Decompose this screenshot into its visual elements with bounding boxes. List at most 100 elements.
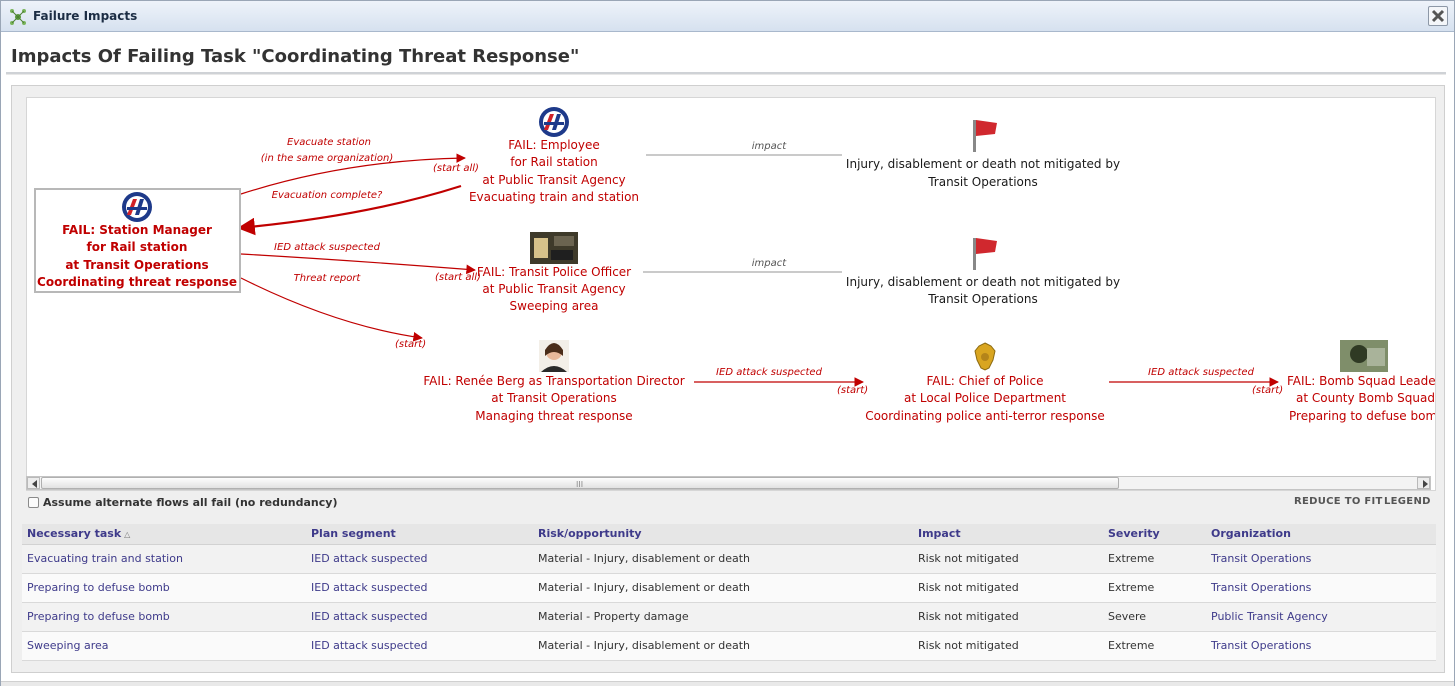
impact-1-line-1: Injury, disablement or death not mitigat… <box>846 157 1120 171</box>
edge-label-evacuation-complete: Evacuation complete? <box>272 190 383 201</box>
table-header-row: Necessary task △ Plan segment Risk/opport… <box>22 524 1436 545</box>
reduce-to-fit-button[interactable]: REDUCE TO FIT <box>1294 496 1383 507</box>
close-icon <box>1431 9 1445 23</box>
root-line-2: for Rail station <box>87 240 188 254</box>
column-header-necessary-task[interactable]: Necessary task △ <box>22 524 306 545</box>
chief-line-1: FAIL: Chief of Police <box>926 374 1043 388</box>
cell-segment[interactable]: IED attack suspected <box>306 631 533 661</box>
employee-line-4: Evacuating train and station <box>469 190 639 204</box>
node-employee[interactable]: FAIL: Employee for Rail station at Publi… <box>469 107 639 204</box>
cell-task[interactable]: Sweeping area <box>22 631 306 661</box>
cell-impact: Risk not mitigated <box>913 602 1103 632</box>
node-transportation-director[interactable]: FAIL: Renée Berg as Transportation Direc… <box>423 340 685 423</box>
impact-node-2[interactable]: Injury, disablement or death not mitigat… <box>846 238 1120 306</box>
edge-label-start-3: (start) <box>1252 385 1283 396</box>
cell-task[interactable]: Preparing to defuse bomb <box>22 573 306 603</box>
assume-fail-label: Assume alternate flows all fail (no redu… <box>43 496 338 509</box>
cell-severity: Extreme <box>1103 573 1206 603</box>
table-row[interactable]: Preparing to defuse bomb IED attack susp… <box>22 602 1436 632</box>
bomb-squad-photo-icon <box>1340 340 1388 372</box>
window-titlebar: Failure Impacts <box>1 1 1454 32</box>
sort-ascending-icon: △ <box>124 530 131 540</box>
cell-risk: Material - Injury, disablement or death <box>533 573 913 603</box>
root-line-4: Coordinating threat response <box>37 275 237 289</box>
page-title: Impacts Of Failing Task "Coordinating Th… <box>11 46 580 67</box>
close-button[interactable] <box>1428 6 1448 26</box>
impact-label-1: impact <box>752 141 787 152</box>
table-row[interactable]: Preparing to defuse bomb IED attack susp… <box>22 573 1436 603</box>
edge-label-evacuate: Evacuate station <box>287 137 371 148</box>
red-flag-icon <box>973 120 997 152</box>
cell-task[interactable]: Preparing to defuse bomb <box>22 602 306 632</box>
impact-2-line-2: Transit Operations <box>927 292 1038 306</box>
column-header-risk[interactable]: Risk/opportunity <box>533 524 913 545</box>
table-row[interactable]: Sweeping area IED attack suspected Mater… <box>22 631 1436 661</box>
director-line-1: FAIL: Renée Berg as Transportation Direc… <box>423 374 684 388</box>
column-header-organization[interactable]: Organization <box>1206 524 1436 545</box>
assume-fail-option[interactable]: Assume alternate flows all fail (no redu… <box>28 496 337 509</box>
column-header-impact[interactable]: Impact <box>913 524 1103 545</box>
impacts-table: Necessary task △ Plan segment Risk/opport… <box>22 524 1436 661</box>
edge-threat-report[interactable] <box>240 277 423 342</box>
edge-label-same-org: (in the same organization) <box>261 153 393 164</box>
arrow-right-icon <box>1423 480 1428 488</box>
bomb-squad-line-1: FAIL: Bomb Squad Leade <box>1287 374 1436 388</box>
cell-task[interactable]: Evacuating train and station <box>22 544 306 574</box>
cell-severity: Extreme <box>1103 544 1206 574</box>
edge-ied-officer[interactable] <box>240 253 476 275</box>
window-title: Failure Impacts <box>33 9 138 23</box>
edge-label-start-all-2: (start all) <box>435 272 481 283</box>
impact-2-line-1: Injury, disablement or death not mitigat… <box>846 275 1120 289</box>
scroll-right-button[interactable] <box>1417 477 1430 489</box>
employee-line-1: FAIL: Employee <box>508 138 600 152</box>
officer-line-1: FAIL: Transit Police Officer <box>477 265 631 279</box>
cell-organization[interactable]: Transit Operations <box>1206 573 1436 603</box>
assume-fail-checkbox[interactable] <box>28 497 39 508</box>
scroll-left-button[interactable] <box>27 477 40 489</box>
cell-impact: Risk not mitigated <box>913 631 1103 661</box>
scroll-thumb[interactable]: III <box>41 477 1119 489</box>
officer-line-2: at Public Transit Agency <box>482 282 625 296</box>
impact-1-line-2: Transit Operations <box>927 175 1038 189</box>
network-icon <box>10 9 26 25</box>
cell-organization[interactable]: Public Transit Agency <box>1206 602 1436 632</box>
police-badge-icon <box>974 342 996 371</box>
root-line-3: at Transit Operations <box>65 258 208 272</box>
cell-segment[interactable]: IED attack suspected <box>306 544 533 574</box>
arrow-left-icon <box>32 480 37 488</box>
director-line-3: Managing threat response <box>475 409 632 423</box>
column-header-plan-segment[interactable]: Plan segment <box>306 524 533 545</box>
root-line-1: FAIL: Station Manager <box>62 223 212 237</box>
impact-label-2: impact <box>752 258 787 269</box>
employee-line-2: for Rail station <box>510 155 598 169</box>
edge-label-start-all-1: (start all) <box>433 163 479 174</box>
cell-segment[interactable]: IED attack suspected <box>306 602 533 632</box>
transit-agency-icon <box>539 107 569 137</box>
legend-button[interactable]: LEGEND <box>1384 496 1431 507</box>
node-bomb-squad-leader[interactable]: FAIL: Bomb Squad Leade at County Bomb Sq… <box>1287 340 1436 423</box>
heading-divider <box>6 72 1446 75</box>
cell-organization[interactable]: Transit Operations <box>1206 544 1436 574</box>
root-node-station-manager[interactable]: FAIL: Station Manager for Rail station a… <box>34 188 241 293</box>
cell-organization[interactable]: Transit Operations <box>1206 631 1436 661</box>
edge-label-threat-report: Threat report <box>294 273 362 284</box>
edge-label-start-1: (start) <box>395 339 426 350</box>
chief-line-3: Coordinating police anti-terror response <box>865 409 1105 423</box>
impact-node-1[interactable]: Injury, disablement or death not mitigat… <box>846 120 1120 189</box>
person-photo-icon <box>539 340 569 372</box>
cell-impact: Risk not mitigated <box>913 544 1103 574</box>
cell-impact: Risk not mitigated <box>913 573 1103 603</box>
node-transit-police-officer[interactable]: FAIL: Transit Police Officer at Public T… <box>477 232 631 313</box>
edge-label-start-2: (start) <box>837 385 868 396</box>
node-chief-of-police[interactable]: FAIL: Chief of Police at Local Police De… <box>865 342 1105 423</box>
column-header-severity[interactable]: Severity <box>1103 524 1206 545</box>
cell-severity: Severe <box>1103 602 1206 632</box>
edge-label-ied-3: IED attack suspected <box>1148 367 1255 378</box>
cell-risk: Material - Injury, disablement or death <box>533 631 913 661</box>
red-flag-icon <box>973 238 997 270</box>
impact-graph: Evacuate station (in the same organizati… <box>34 107 1436 423</box>
table-row[interactable]: Evacuating train and station IED attack … <box>22 544 1436 574</box>
impact-graph-canvas[interactable]: Evacuate station (in the same organizati… <box>26 97 1436 491</box>
graph-horizontal-scrollbar[interactable]: III <box>26 476 1431 490</box>
cell-segment[interactable]: IED attack suspected <box>306 573 533 603</box>
